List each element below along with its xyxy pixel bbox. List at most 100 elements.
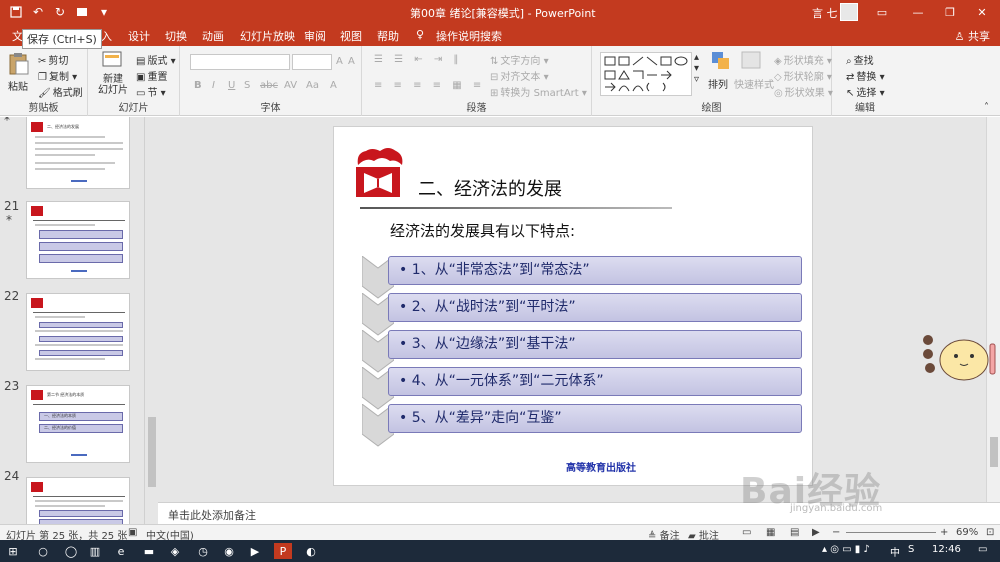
cortana-icon[interactable]: ◯ [62, 543, 80, 559]
shapes-gallery[interactable] [600, 52, 692, 96]
feature-item[interactable]: • 1、从“非常态法”到“常态法” [362, 256, 802, 299]
sogou-icon[interactable]: S [908, 544, 914, 555]
new-slide-button[interactable]: 新建 幻灯片 [98, 74, 128, 96]
font-family-combo[interactable] [190, 54, 290, 70]
align-buttons[interactable]: ≡ ≡ ≡ ≡ ▦ ≡ [374, 80, 485, 91]
format-painter-button[interactable]: 🖌 格式刷 [38, 84, 83, 99]
copy-button[interactable]: ❐ 复制 ▾ [38, 68, 77, 83]
feature-item[interactable]: • 4、从“一元体系”到“二元体系” [362, 367, 802, 410]
slide-thumbnail[interactable]: 第二节 经济法的本质 一、经济法的本质 二、经济法的价值 [26, 385, 130, 463]
network-app-icon[interactable]: ◐ [302, 543, 320, 559]
layout-button[interactable]: ▤ 版式 ▾ [136, 52, 176, 67]
tray-icons[interactable]: ▴ ◎ ▭ ▮ ♪ [822, 544, 870, 555]
tell-me-search[interactable]: 操作说明搜索 [436, 28, 502, 44]
feature-item[interactable]: • 2、从“战时法”到“平时法” [362, 293, 802, 336]
avatar[interactable] [840, 3, 858, 21]
shape-fill-button[interactable]: ◈ 形状填充 ▾ [774, 52, 832, 67]
task-view-icon[interactable]: ▥ [86, 543, 104, 559]
normal-view-icon[interactable]: ▭ [742, 527, 751, 538]
slide-sorter-icon[interactable]: ▦ [766, 527, 775, 538]
tab-view[interactable]: 视图 [340, 28, 362, 44]
reset-button[interactable]: ▣ 重置 [136, 68, 167, 83]
smartart-button[interactable]: ⊞ 转换为 SmartArt ▾ [490, 84, 587, 99]
tab-review[interactable]: 审阅 [304, 28, 326, 44]
customize-toolbar-icon[interactable]: ▾ [94, 3, 114, 21]
share-button[interactable]: ♙ 共享 [955, 28, 990, 44]
media-icon[interactable]: ▶ [246, 543, 264, 559]
start-from-beginning-icon[interactable] [72, 3, 92, 21]
select-button[interactable]: ↖ 选择 ▾ [846, 84, 885, 99]
file-explorer-icon[interactable]: ▬ [140, 543, 158, 559]
spellcheck-icon[interactable]: ▣ [128, 527, 137, 538]
close-icon[interactable]: ✕ [970, 3, 994, 21]
feature-item[interactable]: • 3、从“边缘法”到“基干法” [362, 330, 802, 373]
feature-item[interactable]: • 5、从“差异”走向“互鉴” [362, 404, 802, 447]
bold-button[interactable]: B [194, 80, 202, 91]
publisher-label[interactable]: 高等教育出版社 [566, 459, 636, 474]
edge-icon[interactable]: e [112, 543, 130, 559]
minimize-icon[interactable]: — [906, 3, 930, 21]
shape-outline-button[interactable]: ◇ 形状轮廓 ▾ [774, 68, 832, 83]
shape-effects-button[interactable]: ◎ 形状效果 ▾ [774, 84, 833, 99]
shadow-button[interactable]: S [244, 80, 250, 91]
find-button[interactable]: ⌕ 查找 [846, 52, 874, 67]
font-color-button[interactable]: A [330, 80, 337, 91]
undo-icon[interactable]: ↶ [28, 3, 48, 21]
slide-heading[interactable]: 二、经济法的发展 [418, 175, 562, 201]
tab-design[interactable]: 设计 [128, 28, 150, 44]
grow-font-button[interactable]: A [336, 56, 343, 67]
windows-start-icon[interactable]: ⊞ [4, 543, 22, 559]
change-case-button[interactable]: Aa [306, 80, 319, 91]
slide-thumbnail[interactable]: 二、经济法的发展 [26, 117, 130, 189]
clock[interactable]: 12:46 [932, 544, 961, 555]
align-text-button[interactable]: ⊟ 对齐文本 ▾ [490, 68, 549, 83]
search-icon[interactable]: ○ [34, 543, 52, 559]
fit-to-window-icon[interactable]: ⊡ [986, 527, 994, 538]
zoom-slider[interactable] [846, 532, 936, 533]
slideshow-icon[interactable]: ▶ [812, 527, 820, 538]
clock-app-icon[interactable]: ◷ [194, 543, 212, 559]
scroll-thumb[interactable] [990, 437, 998, 467]
font-size-combo[interactable] [292, 54, 332, 70]
slide-thumbnail[interactable] [26, 201, 130, 279]
italic-button[interactable]: I [212, 80, 215, 91]
ribbon-display-options-icon[interactable]: ▭ [870, 3, 894, 21]
zoom-in-icon[interactable]: + [940, 527, 948, 538]
browser-icon[interactable]: ◉ [220, 543, 238, 559]
slide-thumbnail[interactable] [26, 477, 130, 525]
collapse-ribbon-icon[interactable]: ˄ [984, 102, 989, 113]
new-slide-icon[interactable] [102, 50, 124, 72]
tab-slideshow[interactable]: 幻灯片放映 [240, 28, 295, 44]
thumbnail-scrollbar[interactable] [144, 117, 158, 525]
zoom-level[interactable]: 69% [956, 527, 978, 538]
replace-button[interactable]: ⇄ 替换 ▾ [846, 68, 885, 83]
save-icon[interactable] [6, 3, 26, 21]
cut-button[interactable]: ✂ 剪切 [38, 52, 68, 67]
arrange-icon[interactable] [710, 50, 732, 72]
zoom-out-icon[interactable]: − [832, 527, 840, 538]
shrink-font-button[interactable]: A [348, 56, 355, 67]
redo-icon[interactable]: ↻ [50, 3, 70, 21]
char-spacing-button[interactable]: AV [284, 80, 297, 91]
list-buttons[interactable]: ☰ ☰ ⇤ ⇥ ‖ [374, 54, 462, 65]
ime-indicator[interactable]: 中 [890, 544, 900, 559]
user-name[interactable]: 言 七 [812, 5, 838, 21]
strikethrough-button[interactable]: abc [260, 80, 278, 91]
current-slide[interactable]: 二、经济法的发展 经济法的发展具有以下特点: • 1、从“非常态法”到“常态法”… [333, 126, 813, 486]
section-button[interactable]: ▭ 节 ▾ [136, 84, 166, 99]
tab-transitions[interactable]: 切换 [165, 28, 187, 44]
arrange-button[interactable]: 排列 [708, 76, 728, 91]
quick-styles-button[interactable]: 快速样式 [734, 76, 774, 91]
notification-icon[interactable]: ▭ [978, 544, 987, 555]
restore-icon[interactable]: ❐ [938, 3, 962, 21]
shapes-scroll[interactable]: ▴ ▾ ▿ [694, 52, 699, 85]
paste-icon[interactable] [8, 52, 30, 75]
reading-view-icon[interactable]: ▤ [790, 527, 799, 538]
store-icon[interactable]: ◈ [166, 543, 184, 559]
tab-animations[interactable]: 动画 [202, 28, 224, 44]
slide-thumbnail[interactable] [26, 293, 130, 371]
scroll-thumb[interactable] [148, 417, 156, 487]
paste-button[interactable]: 粘贴 [8, 78, 28, 93]
underline-button[interactable]: U [228, 80, 235, 91]
text-direction-button[interactable]: ⇅ 文字方向 ▾ [490, 52, 549, 67]
